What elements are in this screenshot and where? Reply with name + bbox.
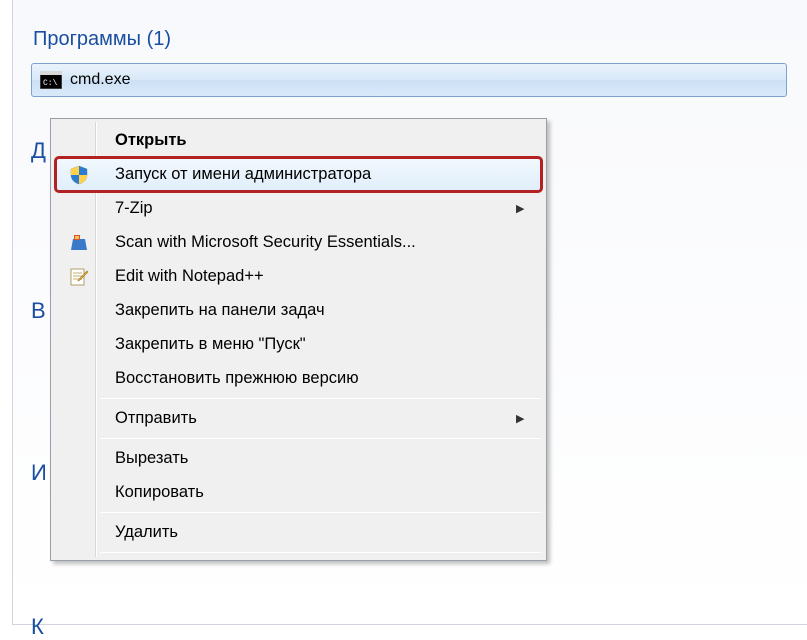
menu-item-pin-start[interactable]: Закрепить в меню "Пуск" [56,328,541,361]
bg-letter: И [31,460,47,486]
menu-item-scan-mse[interactable]: Scan with Microsoft Security Essentials.… [56,226,541,259]
menu-label: Закрепить на панели задач [101,301,540,320]
menu-label: Открыть [101,131,540,150]
menu-item-cut[interactable]: Вырезать [56,442,541,475]
submenu-arrow-icon: ▶ [516,202,540,215]
menu-item-edit-npp[interactable]: Edit with Notepad++ [56,260,541,293]
menu-label: Закрепить в меню "Пуск" [101,335,540,354]
bg-letter: Д [31,138,46,164]
svg-text:C:\: C:\ [43,79,58,88]
menu-label: Запуск от имени администратора [101,165,540,184]
menu-label: Вырезать [101,449,540,468]
submenu-arrow-icon: ▶ [516,412,540,425]
bg-letter: В [31,298,46,324]
menu-separator [100,552,541,553]
search-result-cmd[interactable]: C:\ cmd.exe [31,63,787,97]
menu-item-delete[interactable]: Удалить [56,516,541,549]
menu-item-7zip[interactable]: 7-Zip ▶ [56,192,541,225]
mse-icon [57,233,101,253]
menu-label: 7-Zip [101,199,516,218]
menu-label: Edit with Notepad++ [101,267,540,286]
menu-label: Копировать [101,483,540,502]
menu-label: Scan with Microsoft Security Essentials.… [101,233,540,252]
menu-item-pin-taskbar[interactable]: Закрепить на панели задач [56,294,541,327]
menu-item-send-to[interactable]: Отправить ▶ [56,402,541,435]
menu-item-copy[interactable]: Копировать [56,476,541,509]
cmd-icon: C:\ [40,71,62,89]
menu-item-run-as-admin[interactable]: Запуск от имени администратора [56,158,541,191]
menu-separator [100,512,541,513]
bg-letter: К [31,614,44,640]
menu-label: Удалить [101,523,540,542]
menu-item-open[interactable]: Открыть [56,124,541,157]
menu-separator [100,438,541,439]
menu-item-restore-previous[interactable]: Восстановить прежнюю версию [56,362,541,395]
shield-icon [57,165,101,185]
context-menu: Открыть Запуск от имени администратора 7… [50,118,547,561]
notepad-icon [57,267,101,287]
section-title-programs: Программы (1) [31,28,807,51]
search-result-label: cmd.exe [70,71,130,89]
menu-separator [100,398,541,399]
menu-label: Восстановить прежнюю версию [101,369,540,388]
menu-label: Отправить [101,409,516,428]
